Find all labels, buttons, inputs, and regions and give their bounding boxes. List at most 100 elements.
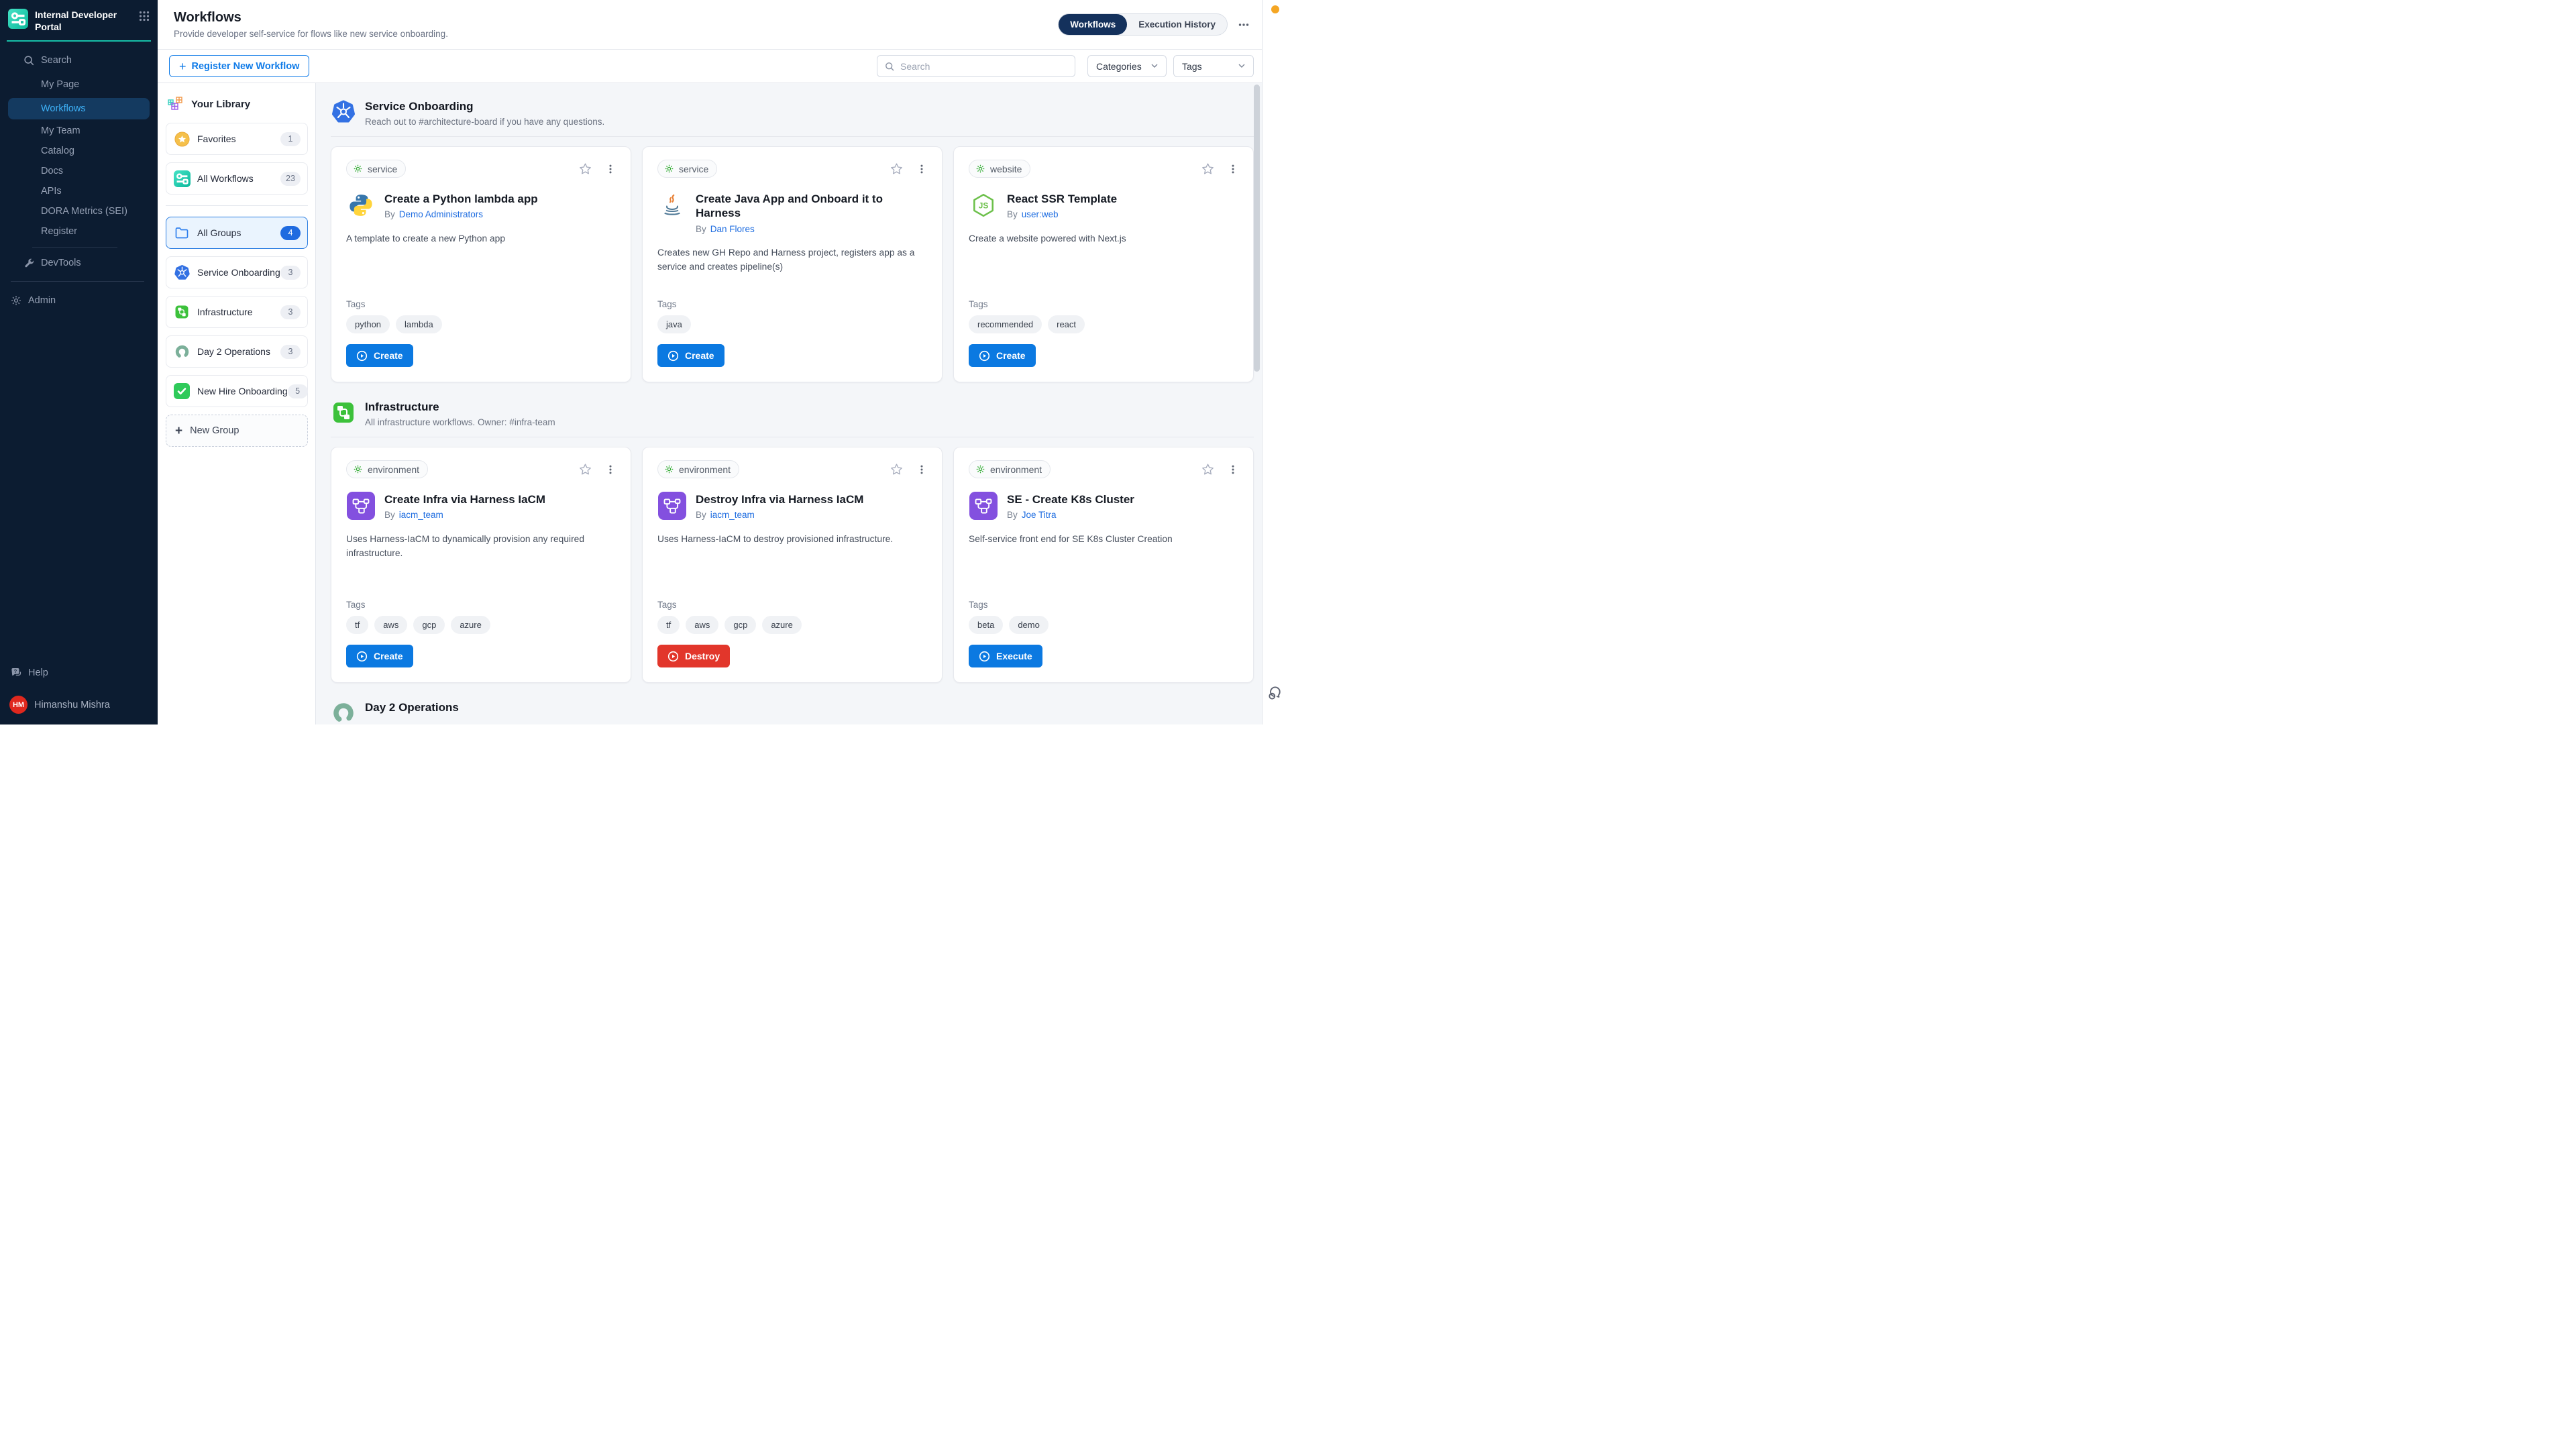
- owner-link[interactable]: Joe Titra: [1022, 510, 1057, 520]
- sidebar-item-register[interactable]: Register: [0, 221, 158, 241]
- sidebar-bottom: ? Help HM Himanshu Mishra: [0, 661, 158, 724]
- create-button[interactable]: Create: [657, 344, 724, 367]
- card-top: service: [657, 160, 927, 178]
- section-title: Infrastructure: [365, 400, 555, 414]
- categories-dropdown[interactable]: Categories: [1087, 55, 1167, 77]
- tag-pill: tf: [657, 616, 680, 634]
- sidebar-nav: Search My Page Workflows My Team Catalog…: [0, 42, 158, 311]
- java-icon: [657, 191, 687, 220]
- sidebar-item-label: Admin: [28, 295, 56, 306]
- sidebar-item-search[interactable]: Search: [0, 48, 158, 72]
- favorite-star-icon[interactable]: [890, 462, 904, 476]
- card-menu-icon[interactable]: [916, 163, 927, 175]
- library-item-label: All Groups: [197, 227, 280, 238]
- tags-dropdown[interactable]: Tags: [1173, 55, 1254, 77]
- cards-row: environment: [331, 447, 1254, 683]
- tag-pill: azure: [451, 616, 490, 634]
- header-overflow-menu-icon[interactable]: [1238, 19, 1250, 31]
- brand: Internal Developer Portal: [0, 0, 158, 40]
- play-circle-icon: [356, 651, 368, 662]
- count-badge: 23: [280, 172, 301, 186]
- workflow-card-destroy-infra: environment: [642, 447, 943, 683]
- favorite-star-icon[interactable]: [890, 162, 904, 176]
- sidebar-item-my-page[interactable]: My Page: [0, 72, 158, 97]
- library-item-label: Favorites: [197, 133, 280, 144]
- main-area: Workflows Provide developer self-service…: [158, 0, 1262, 724]
- library-item-day-2-operations[interactable]: Day 2 Operations 3: [166, 335, 308, 368]
- library-item-all-workflows[interactable]: All Workflows 23: [166, 162, 308, 195]
- chat-bubbles-icon[interactable]: [1267, 684, 1285, 702]
- favorite-star-icon[interactable]: [1201, 462, 1215, 476]
- play-circle-icon: [356, 350, 368, 362]
- sidebar-item-help[interactable]: ? Help: [0, 661, 158, 685]
- app: Internal Developer Portal Search My Page…: [0, 0, 1288, 724]
- app-switcher-grid-icon[interactable]: [139, 11, 150, 21]
- library-item-infrastructure[interactable]: Infrastructure 3: [166, 296, 308, 328]
- create-button[interactable]: Create: [346, 344, 413, 367]
- by-label: By: [1007, 209, 1018, 219]
- favorite-star-icon[interactable]: [578, 462, 592, 476]
- execute-button[interactable]: Execute: [969, 645, 1042, 667]
- card-menu-icon[interactable]: [1228, 163, 1238, 175]
- section-subtitle: All infrastructure workflows. Owner: #in…: [365, 417, 555, 427]
- sidebar-item-admin[interactable]: Admin: [0, 290, 158, 311]
- card-title: SE - Create K8s Cluster: [1007, 491, 1134, 506]
- card-menu-icon[interactable]: [916, 464, 927, 476]
- workflow-card-java-app: service: [642, 146, 943, 382]
- tab-workflows[interactable]: Workflows: [1059, 14, 1127, 35]
- favorite-star-icon[interactable]: [1201, 162, 1215, 176]
- library-item-all-groups[interactable]: All Groups 4: [166, 217, 308, 249]
- category-label: environment: [990, 464, 1042, 475]
- sidebar-item-devtools[interactable]: DevTools: [0, 253, 158, 273]
- tab-execution-history[interactable]: Execution History: [1127, 14, 1227, 35]
- favorite-star-icon[interactable]: [578, 162, 592, 176]
- sidebar-item-label: Docs: [41, 166, 63, 176]
- sidebar-item-workflows[interactable]: Workflows: [8, 98, 150, 119]
- sidebar-item-apis[interactable]: APIs: [0, 181, 158, 201]
- owner-link[interactable]: Demo Administrators: [399, 209, 483, 219]
- sidebar-item-label: Search: [41, 55, 72, 66]
- library-item-service-onboarding[interactable]: Service Onboarding 3: [166, 256, 308, 288]
- card-menu-icon[interactable]: [605, 464, 616, 476]
- owner-link[interactable]: Dan Flores: [710, 224, 755, 234]
- plus-icon: +: [179, 60, 186, 72]
- page-header-text: Workflows Provide developer self-service…: [174, 10, 448, 39]
- iacm-icon: [657, 491, 687, 521]
- sidebar-item-label: Workflows: [41, 103, 86, 114]
- sidebar-item-catalog[interactable]: Catalog: [0, 141, 158, 161]
- card-menu-icon[interactable]: [1228, 464, 1238, 476]
- register-new-workflow-button[interactable]: + Register New Workflow: [169, 55, 309, 77]
- tag-pill: beta: [969, 616, 1003, 634]
- new-group-button[interactable]: + New Group: [166, 415, 308, 447]
- library-item-favorites[interactable]: Favorites 1: [166, 123, 308, 155]
- tags-label: Tags: [969, 299, 1238, 309]
- sidebar-item-dora-metrics[interactable]: DORA Metrics (SEI): [0, 201, 158, 221]
- user-name: Himanshu Mishra: [34, 700, 110, 710]
- sidebar-item-my-team[interactable]: My Team: [0, 121, 158, 141]
- sidebar-divider: [11, 281, 144, 282]
- favorites-star-icon: [173, 130, 191, 148]
- card-title-block: Create Java App and Onboard it to Harnes…: [696, 191, 927, 234]
- chevron-down-icon: [1151, 64, 1158, 68]
- create-button[interactable]: Create: [346, 645, 413, 667]
- sidebar-item-docs[interactable]: Docs: [0, 161, 158, 181]
- tags-label: Tags: [657, 600, 927, 610]
- owner-link[interactable]: iacm_team: [399, 510, 443, 520]
- card-title-row: SE - Create K8s Cluster ByJoe Titra: [969, 491, 1238, 521]
- button-label: Create: [374, 651, 403, 661]
- svg-text:?: ?: [13, 668, 17, 674]
- card-menu-icon[interactable]: [605, 163, 616, 175]
- category-badge: website: [969, 160, 1030, 178]
- vertical-scrollbar[interactable]: [1254, 85, 1260, 372]
- user-menu[interactable]: HM Himanshu Mishra: [0, 685, 158, 714]
- workflow-card-react-ssr: website: [953, 146, 1254, 382]
- infrastructure-icon: [173, 303, 191, 321]
- library-item-new-hire-onboarding[interactable]: New Hire Onboarding 5: [166, 375, 308, 407]
- search-input[interactable]: [900, 61, 1068, 72]
- owner-link[interactable]: user:web: [1022, 209, 1059, 219]
- create-button[interactable]: Create: [969, 344, 1036, 367]
- destroy-button[interactable]: Destroy: [657, 645, 730, 667]
- owner-link[interactable]: iacm_team: [710, 510, 755, 520]
- library-item-label: Day 2 Operations: [197, 346, 280, 357]
- tag-pill: azure: [762, 616, 802, 634]
